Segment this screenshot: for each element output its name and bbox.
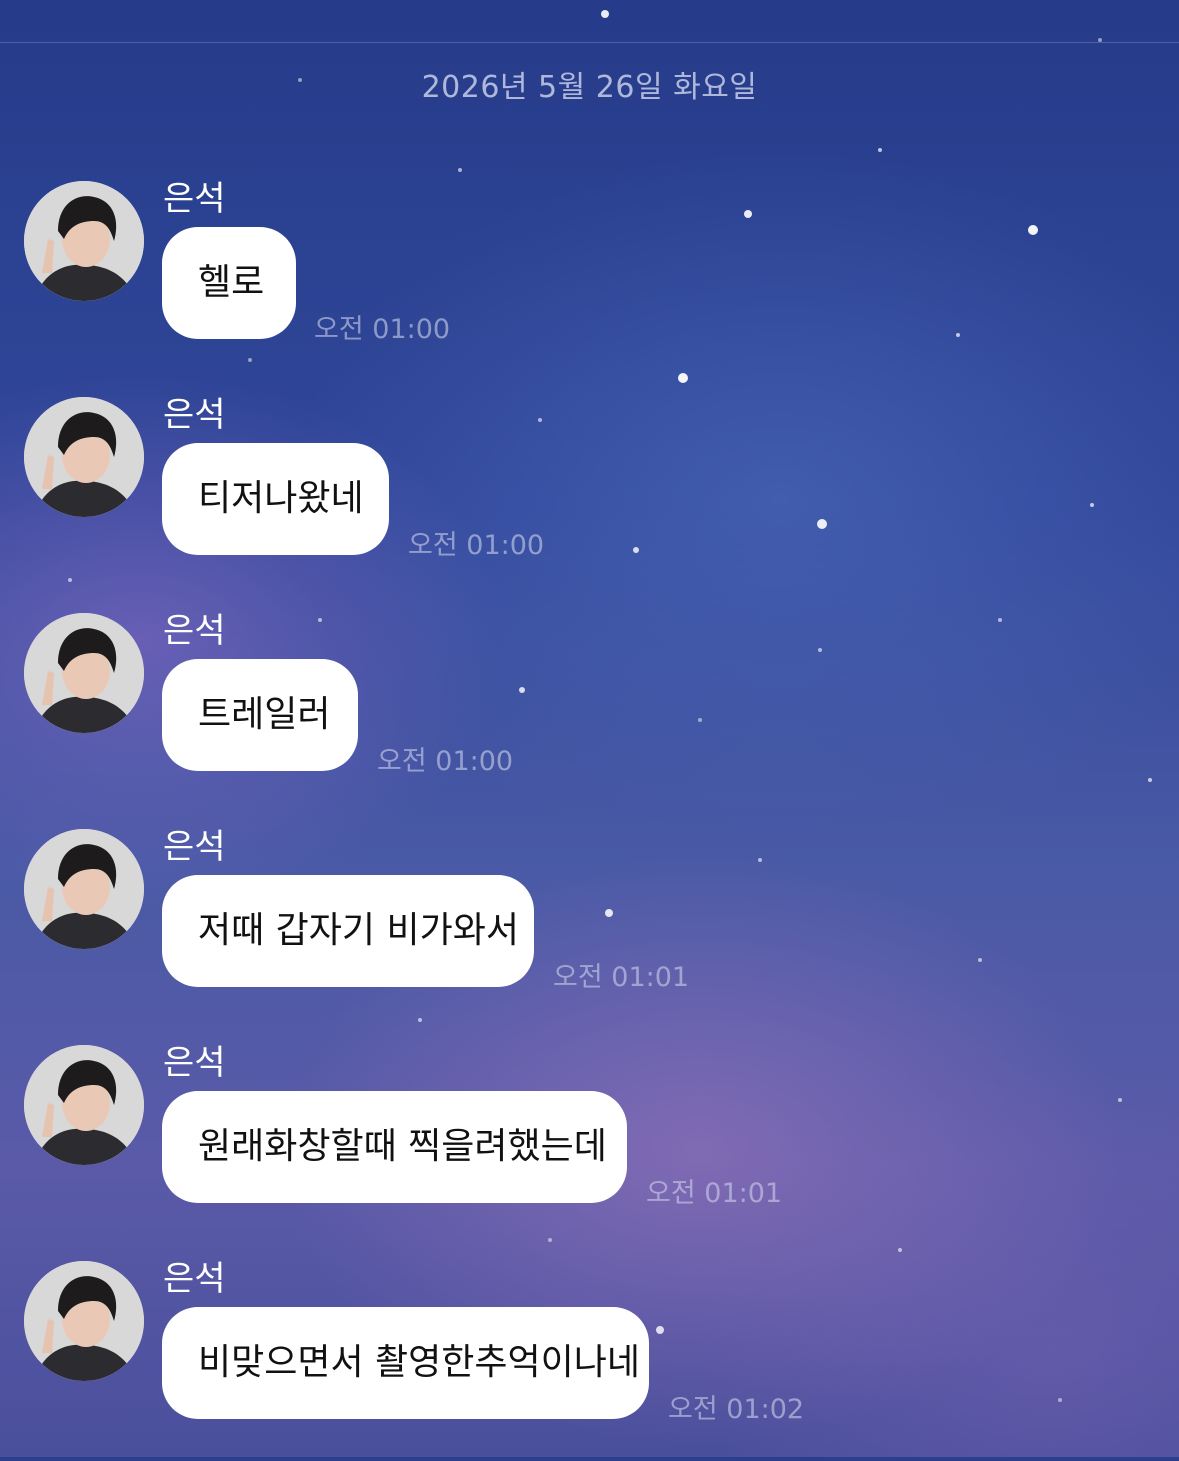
chat-message: 은석 비맞으면서 촬영한추억이나네 오전 01:02: [0, 1259, 1179, 1461]
message-timestamp: 오전 01:00: [314, 314, 451, 345]
avatar[interactable]: [24, 1045, 144, 1165]
date-divider: 2026년 5월 26일 화요일: [421, 70, 758, 105]
chat-message: 은석 저때 갑자기 비가와서 오전 01:01: [0, 827, 1179, 1029]
message-timestamp: 오전 01:00: [377, 746, 514, 777]
message-bubble[interactable]: 헬로: [162, 227, 296, 339]
message-bubble[interactable]: 원래화창할때 찍을려했는데: [162, 1091, 627, 1203]
message-bubble[interactable]: 티저나왔네: [162, 443, 389, 555]
chat-message: 은석 트레일러 오전 01:00: [0, 611, 1179, 813]
avatar[interactable]: [24, 613, 144, 733]
sender-name: 은석: [163, 395, 226, 435]
top-divider: [0, 42, 1179, 43]
message-bubble[interactable]: 트레일러: [162, 659, 358, 771]
message-timestamp: 오전 01:00: [408, 530, 545, 561]
avatar[interactable]: [24, 181, 144, 301]
chat-message: 은석 원래화창할때 찍을려했는데 오전 01:01: [0, 1043, 1179, 1245]
sender-name: 은석: [163, 611, 226, 651]
avatar[interactable]: [24, 397, 144, 517]
sender-name: 은석: [163, 1259, 226, 1299]
message-timestamp: 오전 01:01: [646, 1178, 783, 1209]
profile-photo-icon: [24, 397, 144, 517]
profile-photo-icon: [24, 829, 144, 949]
chat-message: 은석 티저나왔네 오전 01:00: [0, 395, 1179, 597]
avatar[interactable]: [24, 829, 144, 949]
profile-photo-icon: [24, 1261, 144, 1381]
sender-name: 은석: [163, 179, 226, 219]
profile-photo-icon: [24, 613, 144, 733]
sender-name: 은석: [163, 1043, 226, 1083]
chat-message: 은석 헬로 오전 01:00: [0, 179, 1179, 381]
sender-name: 은석: [163, 827, 226, 867]
message-timestamp: 오전 01:01: [553, 962, 690, 993]
message-bubble[interactable]: 저때 갑자기 비가와서: [162, 875, 534, 987]
avatar[interactable]: [24, 1261, 144, 1381]
profile-photo-icon: [24, 1045, 144, 1165]
profile-photo-icon: [24, 181, 144, 301]
message-bubble[interactable]: 비맞으면서 촬영한추억이나네: [162, 1307, 649, 1419]
message-timestamp: 오전 01:02: [668, 1394, 805, 1425]
